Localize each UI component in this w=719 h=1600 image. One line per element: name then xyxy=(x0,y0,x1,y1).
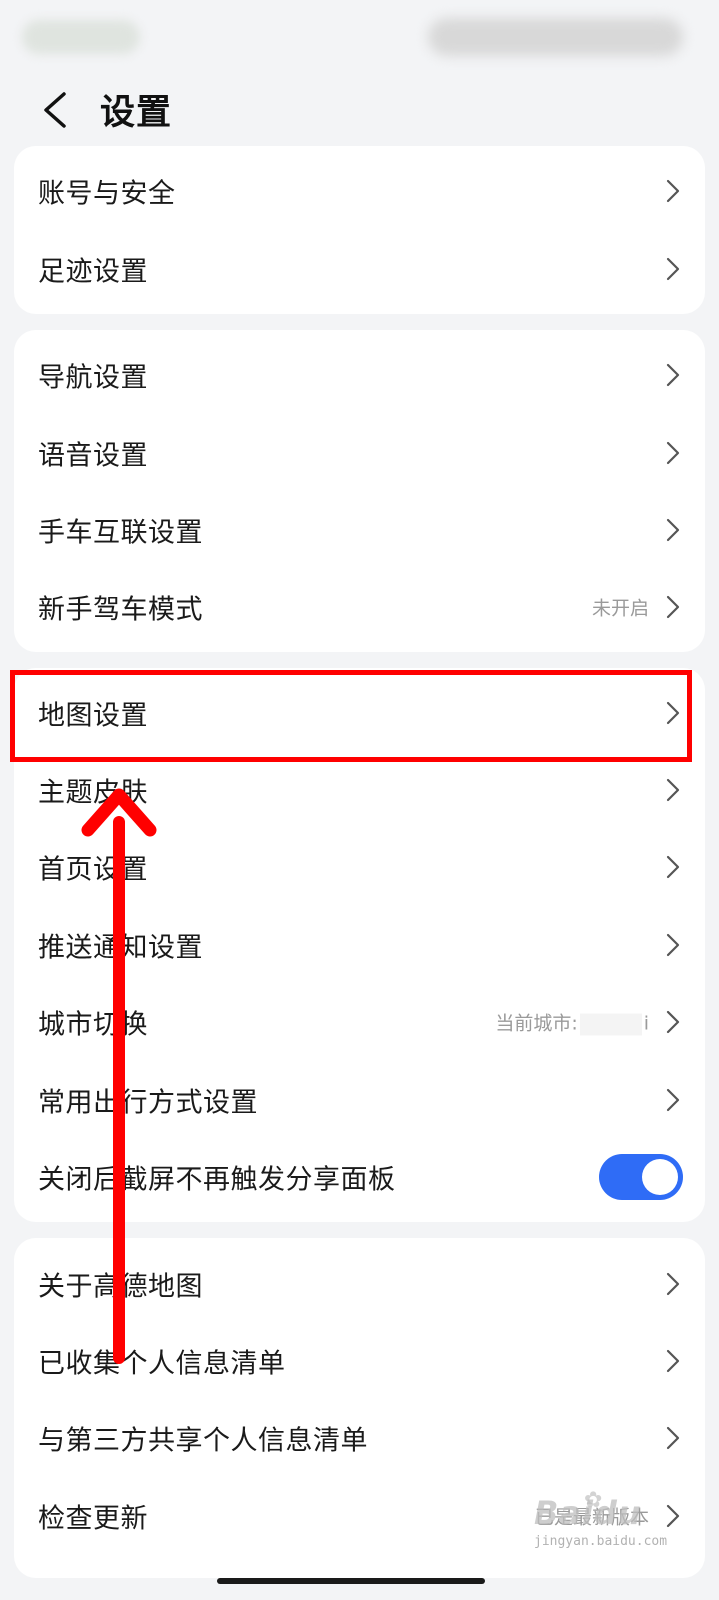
row-label: 语音设置 xyxy=(38,440,148,472)
chevron-right-icon xyxy=(666,933,680,957)
row-label: 检查更新 xyxy=(38,1503,148,1535)
row-label: 关闭后截屏不再触发分享面板 xyxy=(38,1164,396,1196)
chevron-right-icon xyxy=(666,518,680,542)
city-name-redacted xyxy=(579,1013,642,1035)
row-push-notification-settings[interactable]: 推送通知设置 xyxy=(14,906,705,984)
row-third-party-shared-info[interactable]: 与第三方共享个人信息清单 xyxy=(14,1399,705,1477)
row-car-connect-settings[interactable]: 手车互联设置 xyxy=(14,491,705,569)
back-button[interactable] xyxy=(28,82,84,134)
chevron-right-icon xyxy=(666,441,680,465)
chevron-right-icon xyxy=(666,179,680,203)
row-about-amap[interactable]: 关于高德地图 xyxy=(14,1245,705,1323)
current-city-prefix: 当前城市: xyxy=(495,1012,578,1035)
chevron-right-icon xyxy=(666,1426,680,1450)
row-label: 账号与安全 xyxy=(38,178,176,210)
chevron-right-icon xyxy=(666,257,680,281)
chevron-right-icon xyxy=(666,1349,680,1373)
settings-card-account: 账号与安全 足迹设置 xyxy=(14,146,705,314)
row-collected-personal-info[interactable]: 已收集个人信息清单 xyxy=(14,1322,705,1400)
row-travel-mode-settings[interactable]: 常用出行方式设置 xyxy=(14,1061,705,1139)
chevron-right-icon xyxy=(666,363,680,387)
row-city-switch[interactable]: 城市切换 当前城市: i xyxy=(14,983,705,1061)
chevron-right-icon xyxy=(666,1088,680,1112)
watermark-main: Baidu xyxy=(534,1494,642,1532)
row-label: 足迹设置 xyxy=(38,256,148,288)
settings-card-driving: 导航设置 语音设置 手车互联设置 新手驾车模式 未开启 xyxy=(14,330,705,652)
row-voice-settings[interactable]: 语音设置 xyxy=(14,414,705,492)
row-label: 地图设置 xyxy=(38,700,148,732)
row-novice-driving-mode[interactable]: 新手驾车模式 未开启 xyxy=(14,568,705,646)
row-label: 首页设置 xyxy=(38,854,148,886)
row-account-security[interactable]: 账号与安全 xyxy=(14,152,705,230)
row-label: 导航设置 xyxy=(38,362,148,394)
row-label: 已收集个人信息清单 xyxy=(38,1348,286,1380)
status-time-blurred xyxy=(22,20,140,54)
row-status-value: 未开启 xyxy=(591,597,649,620)
row-label: 主题皮肤 xyxy=(38,777,148,809)
row-homepage-settings[interactable]: 首页设置 xyxy=(14,828,705,906)
page-title: 设置 xyxy=(100,93,173,133)
toggle-knob xyxy=(642,1159,678,1195)
current-city-value: 当前城市: i xyxy=(495,1009,649,1036)
row-footprint-settings[interactable]: 足迹设置 xyxy=(14,230,705,308)
chevron-right-icon xyxy=(666,595,680,619)
row-navigation-settings[interactable]: 导航设置 xyxy=(14,336,705,414)
row-screenshot-share-panel: 关闭后截屏不再触发分享面板 xyxy=(14,1138,705,1216)
chevron-right-icon xyxy=(666,855,680,879)
row-label: 常用出行方式设置 xyxy=(38,1087,258,1119)
chevron-right-icon xyxy=(666,701,680,725)
baidu-watermark: ✿ Baidu jingyan.baidu.com xyxy=(510,1488,710,1566)
current-city-suffix: i xyxy=(643,1012,649,1035)
chevron-right-icon xyxy=(666,778,680,802)
row-label: 推送通知设置 xyxy=(38,932,203,964)
status-bar xyxy=(0,0,719,70)
row-label: 城市切换 xyxy=(38,1009,148,1041)
row-label: 与第三方共享个人信息清单 xyxy=(38,1425,368,1457)
row-label: 关于高德地图 xyxy=(38,1271,203,1303)
home-indicator[interactable] xyxy=(217,1578,485,1584)
row-label: 新手驾车模式 xyxy=(38,594,203,626)
screenshot-share-toggle[interactable] xyxy=(599,1154,683,1200)
row-theme-skin[interactable]: 主题皮肤 xyxy=(14,751,705,829)
page-header: 设置 xyxy=(0,70,719,146)
watermark-sub: jingyan.baidu.com xyxy=(534,1534,668,1549)
row-label: 手车互联设置 xyxy=(38,517,203,549)
settings-card-map: 地图设置 主题皮肤 首页设置 推送通知设置 城市切换 当前城市: i 常用出行方式… xyxy=(14,668,705,1222)
chevron-left-icon xyxy=(44,92,66,128)
status-icons-blurred xyxy=(428,18,683,56)
row-map-settings[interactable]: 地图设置 xyxy=(14,674,705,752)
chevron-right-icon xyxy=(666,1272,680,1296)
chevron-right-icon xyxy=(666,1010,680,1034)
